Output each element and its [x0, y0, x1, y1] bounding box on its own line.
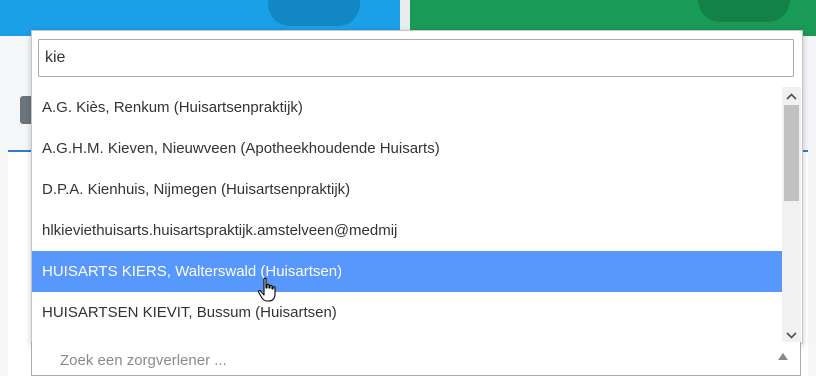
header-blue-button[interactable] [268, 0, 360, 26]
provider-select[interactable]: Zoek een zorgverlener ... [31, 342, 801, 376]
result-item[interactable]: A.G. Kiès, Renkum (Huisartsenpraktijk) [32, 87, 782, 128]
search-input[interactable] [38, 39, 794, 77]
result-item[interactable]: A.G.H.M. Kieven, Nieuwveen (Apotheekhoud… [32, 128, 782, 169]
result-item[interactable]: D.P.A. Kienhuis, Nijmegen (Huisartsenpra… [32, 169, 782, 210]
result-item[interactable]: HUISARTSEN KIEVIT, Bussum (Huisartsen) [32, 292, 782, 333]
chevron-up-icon[interactable] [782, 87, 801, 104]
dropdown-search [38, 39, 794, 77]
triangle-up-icon [778, 352, 788, 363]
result-label: hlkieviethuisarts.huisartspraktijk.amste… [42, 222, 398, 239]
results-scrollbar[interactable] [782, 87, 801, 343]
header-green-button[interactable] [698, 0, 790, 22]
result-label: HUISARTSEN KIEVIT, Bussum (Huisartsen) [42, 304, 337, 321]
results-list: A.G. Kiès, Renkum (Huisartsenpraktijk) A… [32, 87, 782, 343]
result-item-highlighted[interactable]: HUISARTS KIERS, Walterswald (Huisartsen) [32, 251, 782, 292]
result-item[interactable]: hlkieviethuisarts.huisartspraktijk.amste… [32, 210, 782, 251]
result-label: A.G.H.M. Kieven, Nieuwveen (Apotheekhoud… [42, 140, 440, 157]
result-label: D.P.A. Kienhuis, Nijmegen (Huisartsenpra… [42, 181, 351, 198]
chevron-down-icon[interactable] [782, 326, 801, 343]
result-label: HUISARTS KIERS, Walterswald (Huisartsen) [42, 263, 343, 280]
select-placeholder: Zoek een zorgverlener ... [60, 352, 227, 369]
select-dropdown: A.G. Kiès, Renkum (Huisartsenpraktijk) A… [31, 30, 803, 344]
scrollbar-thumb[interactable] [784, 105, 799, 201]
hand-pointer-icon [257, 277, 281, 303]
result-label: A.G. Kiès, Renkum (Huisartsenpraktijk) [42, 99, 303, 116]
